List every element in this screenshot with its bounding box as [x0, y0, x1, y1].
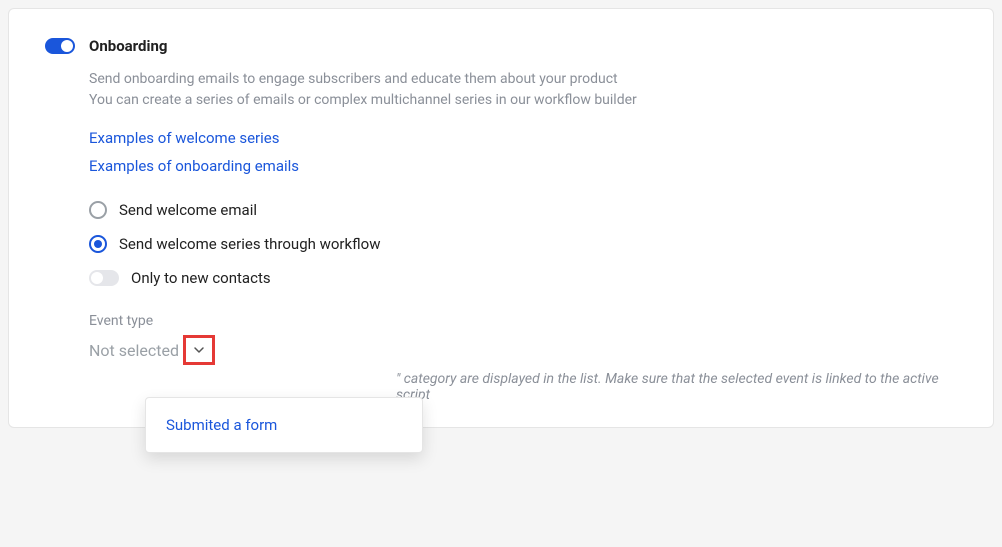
highlight-box: [183, 335, 215, 365]
new-contacts-toggle[interactable]: [89, 270, 119, 286]
new-contacts-label: Only to new contacts: [131, 269, 271, 287]
event-type-dropdown: Submited a form: [145, 397, 423, 453]
examples-welcome-link[interactable]: Examples of welcome series: [89, 129, 957, 147]
radio-welcome-email[interactable]: Send welcome email: [89, 201, 957, 219]
description-line: Send onboarding emails to engage subscri…: [89, 69, 957, 90]
description-line: You can create a series of emails or com…: [89, 90, 957, 111]
section-title: Onboarding: [89, 37, 167, 55]
send-mode-radio-group: Send welcome email Send welcome series t…: [89, 201, 957, 253]
radio-label: Send welcome email: [119, 201, 257, 219]
event-type-select-wrap: Not selected: [89, 333, 369, 367]
dropdown-item-submitted-form[interactable]: Submited a form: [146, 408, 422, 442]
header-row: Onboarding: [45, 37, 957, 55]
section-description: Send onboarding emails to engage subscri…: [89, 69, 957, 111]
radio-welcome-series[interactable]: Send welcome series through workflow: [89, 235, 957, 253]
radio-label: Send welcome series through workflow: [119, 235, 380, 253]
radio-icon: [89, 201, 107, 219]
event-type-label: Event type: [89, 313, 957, 329]
chevron-down-icon: [193, 344, 205, 356]
section-body: Send onboarding emails to engage subscri…: [89, 69, 957, 367]
examples-onboarding-link[interactable]: Examples of onboarding emails: [89, 157, 957, 175]
onboarding-toggle[interactable]: [45, 38, 75, 54]
event-type-select[interactable]: Not selected: [89, 333, 369, 367]
radio-icon: [89, 235, 107, 253]
event-type-hint: " category are displayed in the list. Ma…: [396, 371, 957, 403]
new-contacts-row: Only to new contacts: [89, 269, 957, 287]
event-type-value: Not selected: [89, 341, 179, 360]
onboarding-card: Onboarding Send onboarding emails to eng…: [8, 8, 994, 428]
